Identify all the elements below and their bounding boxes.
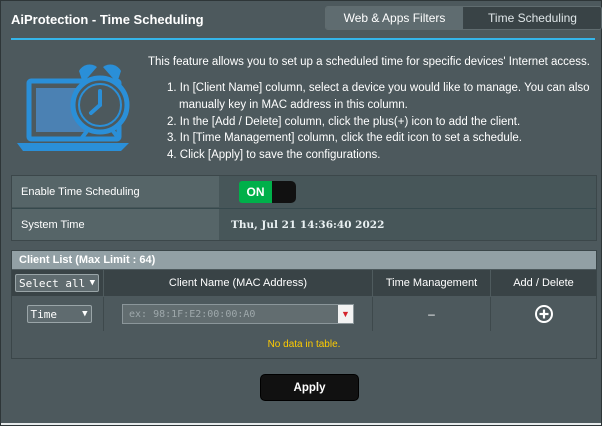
client-list-title: Client List (Max Limit : 64) — [12, 251, 596, 269]
tab-web-apps-filters[interactable]: Web & Apps Filters — [326, 7, 464, 29]
empty-table-message: No data in table. — [267, 338, 341, 350]
chevron-down-icon: ▼ — [89, 278, 95, 288]
select-all-dropdown[interactable]: Select all ▼ — [15, 274, 99, 292]
system-time-row: System Time Thu, Jul 21 14:36:40 2022 — [12, 208, 596, 240]
feature-description: This feature allows you to set up a sche… — [148, 56, 590, 68]
time-management-column-header: Time Management — [373, 270, 491, 296]
alarm-clock-laptop-icon — [17, 64, 130, 151]
plus-circle-icon — [534, 305, 553, 323]
time-type-dropdown[interactable]: Time ▼ — [26, 305, 92, 323]
instruction-step: 3. In [Time Management] column, click th… — [167, 132, 522, 145]
add-client-button[interactable] — [534, 304, 554, 324]
tab-time-scheduling[interactable]: Time Scheduling — [464, 7, 601, 29]
add-delete-cell — [491, 297, 596, 331]
time-type-value: Time — [30, 307, 58, 321]
table-header: Select all ▼ Client Name (MAC Address) T… — [12, 270, 596, 296]
instruction-step: manually key in MAC address in this colu… — [179, 98, 408, 111]
table-row: Time ▼ ▼ – — [12, 297, 596, 331]
client-name-column-header: Client Name (MAC Address) — [104, 270, 373, 296]
toggle-on-label: ON — [239, 181, 272, 203]
system-time-value: Thu, Jul 21 14:36:40 2022 — [231, 218, 385, 231]
instruction-step: 1. In [Client Name] column, select a dev… — [167, 82, 590, 94]
tab-bar: Web & Apps Filters Time Scheduling — [325, 6, 602, 30]
chevron-down-icon: ▼ — [82, 309, 88, 319]
header-divider — [11, 38, 595, 40]
instruction-step: 4. Click [Apply] to save the configurati… — [167, 149, 381, 162]
time-management-cell: – — [373, 297, 491, 331]
time-select-cell: Time ▼ — [12, 297, 104, 331]
time-scheduling-panel: AiProtection - Time Scheduling Web & App… — [0, 0, 602, 426]
instruction-steps: 1. In [Client Name] column, select a dev… — [167, 80, 595, 164]
add-delete-column-header: Add / Delete — [513, 277, 574, 289]
system-time-label: System Time — [12, 209, 219, 240]
client-name-cell: ▼ — [104, 297, 373, 331]
apply-button[interactable]: Apply — [261, 375, 358, 400]
instruction-step: 2. In the [Add / Delete] column, click t… — [167, 115, 521, 128]
select-column-header: Select all ▼ — [12, 270, 104, 296]
mac-address-input[interactable] — [123, 305, 338, 323]
mac-address-combo: ▼ — [122, 304, 354, 324]
client-list-table: Client List (Max Limit : 64) Select all … — [11, 250, 597, 359]
toggle-knob — [272, 181, 296, 203]
enable-scheduling-toggle[interactable]: ON — [239, 181, 296, 203]
enable-scheduling-row: Enable Time Scheduling ON — [12, 176, 596, 207]
enable-scheduling-label: Enable Time Scheduling — [12, 176, 219, 207]
schedule-settings: Enable Time Scheduling ON System Time Th… — [11, 175, 597, 241]
client-dropdown-button[interactable]: ▼ — [338, 305, 353, 323]
select-all-value: Select all — [19, 276, 86, 290]
dropdown-arrow-icon: ▼ — [341, 309, 350, 319]
page-title: AiProtection - Time Scheduling — [11, 12, 204, 27]
